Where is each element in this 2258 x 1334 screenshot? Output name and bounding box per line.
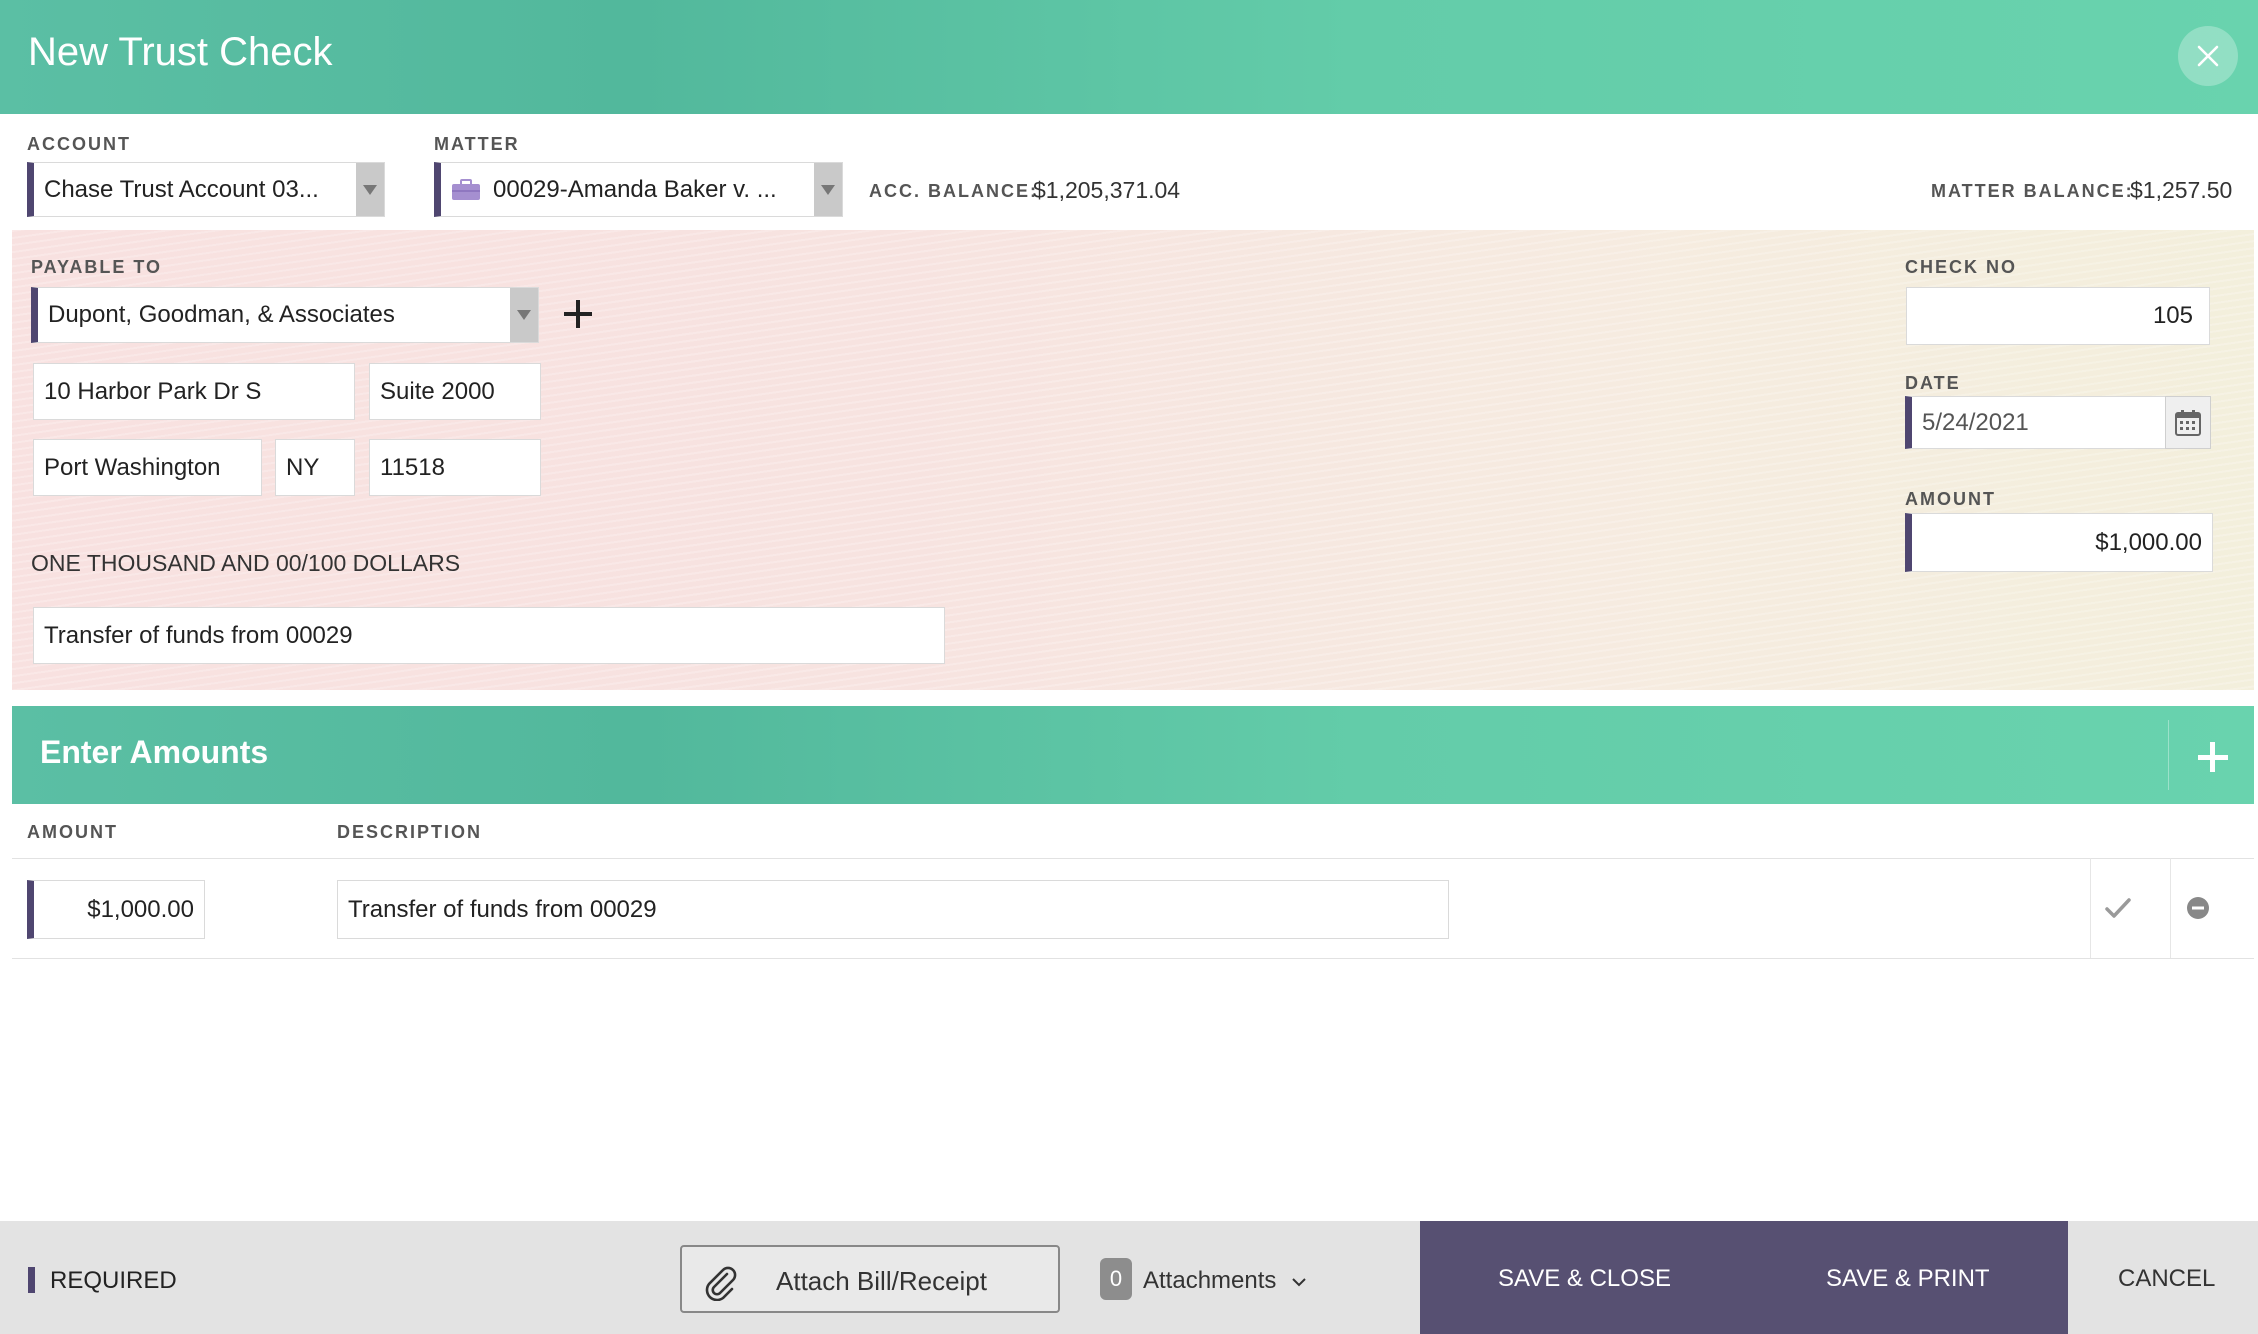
check-no-field[interactable]: 105 xyxy=(1906,287,2210,345)
state-field[interactable]: NY xyxy=(275,439,355,496)
attach-bill-label: Attach Bill/Receipt xyxy=(776,1266,987,1296)
acc-balance-label: ACC. BALANCE: xyxy=(869,181,1038,201)
date-field[interactable]: 5/24/2021 xyxy=(1905,396,2167,449)
divider xyxy=(12,958,2254,959)
payable-to-select[interactable]: Dupont, Goodman, & Associates xyxy=(31,287,539,343)
acc-balance-value: $1,205,371.04 xyxy=(1033,177,1181,203)
account-select[interactable]: Chase Trust Account 03... xyxy=(27,162,385,217)
matter-balance-value: $1,257.50 xyxy=(2130,177,2233,203)
save-button-group: SAVE & CLOSE SAVE & PRINT xyxy=(1420,1221,2068,1334)
dialog-header: New Trust Check xyxy=(0,0,2258,114)
briefcase-icon xyxy=(452,178,480,200)
memo-field[interactable]: Transfer of funds from 00029 xyxy=(33,607,945,664)
chevron-down-icon[interactable] xyxy=(510,288,538,342)
col-description-header: DESCRIPTION xyxy=(337,822,483,842)
chevron-down-icon[interactable] xyxy=(814,163,842,216)
matter-select[interactable]: 00029-Amanda Baker v. ... xyxy=(434,162,843,217)
enter-amounts-title: Enter Amounts xyxy=(40,734,269,770)
check-area: PAYABLE TO Dupont, Goodman, & Associates… xyxy=(12,230,2254,690)
col-amount-header: AMOUNT xyxy=(27,822,118,842)
enter-amounts-header: Enter Amounts xyxy=(12,706,2254,804)
paperclip-icon xyxy=(705,1266,737,1301)
account-label: ACCOUNT xyxy=(27,134,131,154)
close-button[interactable] xyxy=(2178,26,2238,86)
matter-value: 00029-Amanda Baker v. ... xyxy=(493,175,777,203)
calendar-icon xyxy=(2175,409,2201,436)
divider xyxy=(12,858,2254,859)
matter-balance-label: MATTER BALANCE: xyxy=(1931,181,2134,201)
date-picker-button[interactable] xyxy=(2165,396,2211,449)
payable-to-label: PAYABLE TO xyxy=(31,257,163,277)
city-field[interactable]: Port Washington xyxy=(33,439,262,496)
required-label: REQUIRED xyxy=(50,1267,177,1294)
address2-field[interactable]: Suite 2000 xyxy=(369,363,541,420)
required-marker xyxy=(28,1267,35,1293)
attachments-dropdown[interactable]: Attachments xyxy=(1143,1267,1307,1295)
attach-bill-button[interactable]: Attach Bill/Receipt xyxy=(680,1245,1060,1313)
amount-in-words: ONE THOUSAND AND 00/100 DOLLARS xyxy=(31,550,461,576)
amount-field[interactable]: $1,000.00 xyxy=(1905,513,2213,572)
account-value: Chase Trust Account 03... xyxy=(44,175,319,203)
zip-field[interactable]: 11518 xyxy=(369,439,541,496)
date-label: DATE xyxy=(1905,373,1961,393)
attachments-label: Attachments xyxy=(1143,1267,1277,1294)
attachments-count-badge: 0 xyxy=(1100,1258,1132,1300)
check-no-label: CHECK NO xyxy=(1905,257,2018,277)
chevron-down-icon[interactable] xyxy=(356,163,384,216)
save-close-button[interactable]: SAVE & CLOSE xyxy=(1498,1265,1671,1293)
close-icon xyxy=(2197,45,2219,67)
address1-field[interactable]: 10 Harbor Park Dr S xyxy=(33,363,355,420)
add-payee-icon[interactable] xyxy=(564,300,592,328)
cancel-button[interactable]: CANCEL xyxy=(2118,1265,2215,1293)
add-amount-icon[interactable] xyxy=(2168,720,2254,790)
dialog-title: New Trust Check xyxy=(28,30,333,74)
chevron-down-icon xyxy=(1292,1278,1306,1287)
remove-icon[interactable] xyxy=(2186,896,2210,920)
row-amount-field[interactable]: $1,000.00 xyxy=(27,880,205,939)
checkmark-icon[interactable] xyxy=(2105,896,2131,920)
row-description-field[interactable]: Transfer of funds from 00029 xyxy=(337,880,1449,939)
dialog-footer: REQUIRED Attach Bill/Receipt 0 Attachmen… xyxy=(0,1221,2258,1334)
amount-label: AMOUNT xyxy=(1905,489,1996,509)
divider xyxy=(2170,858,2171,958)
divider xyxy=(2090,858,2091,958)
payable-to-value: Dupont, Goodman, & Associates xyxy=(48,301,395,328)
save-print-button[interactable]: SAVE & PRINT xyxy=(1826,1265,1990,1293)
matter-label: MATTER xyxy=(434,134,520,154)
